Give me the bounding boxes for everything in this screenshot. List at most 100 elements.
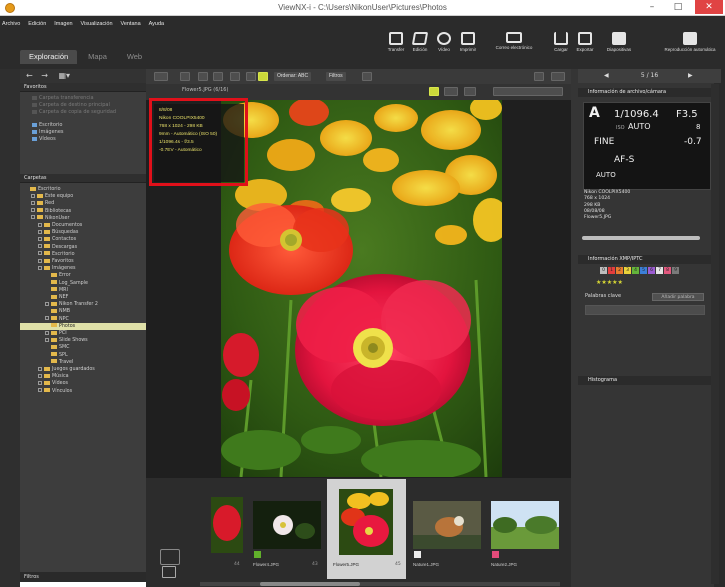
info-overlay-toggle[interactable]	[429, 87, 439, 96]
folders-header[interactable]: Carpetas	[20, 174, 146, 183]
folder-tree-item[interactable]: NEF	[20, 294, 146, 301]
tab-exploracion[interactable]: Exploración	[20, 50, 78, 64]
favorite-backup[interactable]: Carpeta de copia de seguridad	[20, 109, 146, 116]
folder-tree-item[interactable]: Documentos	[20, 222, 146, 229]
folder-tree-item[interactable]: Música	[20, 373, 146, 380]
expand-toggle-icon[interactable]	[38, 366, 42, 371]
folder-tree-item[interactable]: Bibliotecas	[20, 208, 146, 215]
label-7[interactable]: 7	[656, 267, 663, 274]
folder-tree-item[interactable]: Red	[20, 200, 146, 207]
image-adjust-controls[interactable]	[493, 87, 563, 96]
thumbnail-selected[interactable]	[339, 489, 393, 555]
favorite-escritorio[interactable]: Escritorio	[20, 122, 146, 129]
print-small-icon[interactable]	[362, 72, 372, 81]
folder-tree-item[interactable]: Este equipo	[20, 193, 146, 200]
expand-toggle-icon[interactable]	[45, 337, 49, 342]
expand-toggle-icon[interactable]	[38, 229, 42, 234]
folder-tree-item[interactable]: Log_Sample	[20, 280, 146, 287]
folder-tree-item[interactable]: Error	[20, 272, 146, 279]
folder-tree-item[interactable]: Photos	[20, 322, 146, 331]
xmp-iptc-header[interactable]: Información XMP/IPTC	[578, 255, 718, 264]
expand-toggle-icon[interactable]	[38, 265, 42, 270]
main-photo[interactable]	[221, 100, 502, 477]
expand-toggle-icon[interactable]	[38, 244, 42, 249]
favorites-header[interactable]: Favoritos	[20, 83, 146, 92]
filter-dropdown[interactable]: Filtros	[326, 72, 346, 81]
expand-toggle-icon[interactable]	[38, 251, 42, 256]
histogram-toggle[interactable]	[444, 87, 458, 96]
sort-dropdown[interactable]: Ordenar: ABC	[274, 72, 312, 81]
trash-icon[interactable]	[246, 72, 256, 81]
folder-tree-item[interactable]: Favoritos	[20, 258, 146, 265]
metadata-scrollbar[interactable]	[582, 236, 700, 240]
menu-edicion[interactable]: Edición	[28, 21, 46, 27]
label-3[interactable]: 3	[624, 267, 631, 274]
folder-tree-item[interactable]: Búsquedas	[20, 229, 146, 236]
expand-toggle-icon[interactable]	[45, 330, 49, 335]
tab-mapa[interactable]: Mapa	[79, 50, 116, 64]
filmstrip-scroll-thumb[interactable]	[260, 582, 360, 586]
expand-toggle-icon[interactable]	[38, 258, 42, 263]
slideshow-button[interactable]: Diapositivas	[603, 32, 635, 52]
add-keyword-button[interactable]: Añadir palabra	[652, 293, 704, 301]
label-2[interactable]: 2	[616, 267, 623, 274]
expand-toggle-icon[interactable]	[38, 373, 42, 378]
favorite-videos[interactable]: Vídeos	[20, 136, 146, 143]
menu-archivo[interactable]: Archivo	[2, 21, 20, 27]
folder-tree-item[interactable]: Slide Shows	[20, 337, 146, 344]
menu-imagen[interactable]: Imagen	[54, 21, 72, 27]
forward-arrow-icon[interactable]: →	[41, 71, 48, 80]
label-toggle-icon[interactable]	[258, 72, 268, 81]
minimize-button[interactable]: –	[640, 0, 664, 14]
star-rating[interactable]: ★★★★★	[596, 279, 623, 286]
close-button[interactable]: ✕	[695, 0, 723, 14]
tab-web[interactable]: Web	[118, 50, 151, 64]
folder-tree-item[interactable]: NikonUser	[20, 215, 146, 222]
maximize-button[interactable]: □	[666, 0, 690, 14]
thumbnail[interactable]	[211, 497, 243, 553]
menu-visualizacion[interactable]: Visualización	[81, 21, 113, 27]
menu-ayuda[interactable]: Ayuda	[149, 21, 165, 27]
rotate-right-icon[interactable]	[213, 72, 223, 81]
view-grid-icon[interactable]: ▦▾	[59, 71, 71, 80]
autoplay-button[interactable]: Reproducción automática	[660, 32, 720, 52]
view-mode-icon[interactable]	[154, 72, 168, 81]
menu-ventana[interactable]: Ventana	[120, 21, 140, 27]
expand-toggle-icon[interactable]	[45, 316, 49, 321]
expand-toggle-icon[interactable]	[31, 193, 35, 198]
folder-tree-item[interactable]: Nikon Transfer 2	[20, 301, 146, 308]
previous-image-icon[interactable]: ◀	[604, 69, 609, 83]
grid-toggle[interactable]	[464, 87, 476, 96]
right-panel-scrollbar[interactable]	[711, 84, 719, 584]
fullscreen-icon[interactable]	[551, 72, 565, 81]
folder-tree-item[interactable]: Imágenes	[20, 265, 146, 272]
folder-tree-item[interactable]: SMC	[20, 344, 146, 351]
label-5[interactable]: 5	[640, 267, 647, 274]
filters-header[interactable]: Filtros	[20, 572, 146, 582]
rating-filter-icon[interactable]	[162, 566, 176, 578]
label-0[interactable]: 0	[600, 267, 607, 274]
rotate-left-icon[interactable]	[198, 72, 208, 81]
label-6[interactable]: 6	[648, 267, 655, 274]
expand-toggle-icon[interactable]	[45, 301, 49, 306]
folder-tree-item[interactable]: Escritorio	[20, 186, 146, 193]
keywords-input[interactable]	[585, 305, 705, 315]
expand-toggle-icon[interactable]	[38, 222, 42, 227]
expand-toggle-icon[interactable]	[31, 200, 35, 205]
folder-tree-item[interactable]: NPC	[20, 316, 146, 323]
thumbnail[interactable]	[491, 501, 559, 549]
folder-tree-item[interactable]: MRI	[20, 287, 146, 294]
expand-toggle-icon[interactable]	[38, 380, 42, 385]
back-arrow-icon[interactable]: ←	[26, 71, 33, 80]
label-1[interactable]: 1	[608, 267, 615, 274]
filmstrip-toggle-button[interactable]	[160, 549, 180, 565]
copy-icon[interactable]	[230, 72, 240, 81]
print-button[interactable]: Imprimir	[452, 32, 484, 52]
folder-tree-item[interactable]: Juegos guardados	[20, 366, 146, 373]
favorite-transfer[interactable]: Carpeta transferencia	[20, 95, 146, 102]
expand-toggle-icon[interactable]	[31, 215, 35, 220]
expand-toggle-icon[interactable]	[38, 236, 42, 241]
label-9[interactable]: 9	[672, 267, 679, 274]
thumbnail[interactable]	[413, 501, 481, 549]
folder-tree-item[interactable]: Contactos	[20, 236, 146, 243]
